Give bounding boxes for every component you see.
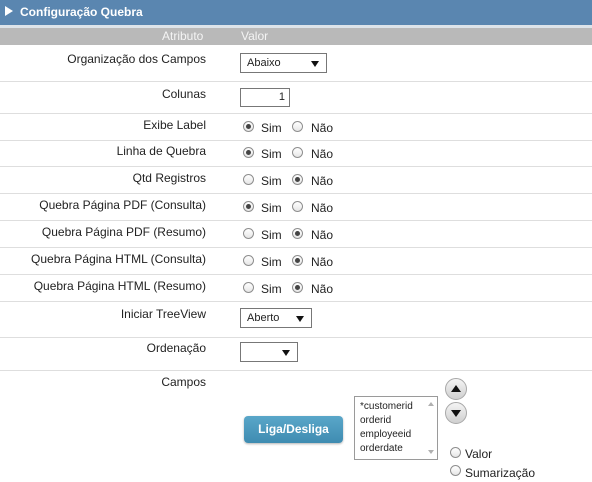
- row-ordenacao: Ordenação: [0, 338, 592, 371]
- radio-sim[interactable]: [243, 121, 254, 132]
- radio-nao[interactable]: [292, 228, 303, 239]
- column-header: Atributo Valor: [0, 28, 592, 45]
- radio-sim[interactable]: [243, 228, 254, 239]
- dropdown-caret-icon: [311, 61, 319, 67]
- list-item[interactable]: employeeid: [360, 429, 411, 440]
- move-down-button[interactable]: [445, 402, 467, 424]
- move-up-button[interactable]: [445, 378, 467, 400]
- radio-row-label: Quebra Página HTML (Resumo): [33, 279, 206, 293]
- radio-sim-label: Sim: [261, 174, 282, 188]
- radio-row-label: Qtd Registros: [132, 171, 206, 185]
- mode-valor-radio[interactable]: [450, 447, 461, 458]
- panel-title-bar[interactable]: Configuração Quebra: [0, 0, 592, 26]
- radio-nao-label: Não: [311, 201, 334, 215]
- colunas-label: Colunas: [161, 87, 206, 101]
- column-header-value: Valor: [241, 29, 269, 43]
- scroll-up-icon[interactable]: [428, 402, 434, 406]
- radio-sim[interactable]: [243, 282, 254, 293]
- campos-label: Campos: [161, 375, 206, 389]
- iniciar-treeview-select[interactable]: Aberto: [240, 308, 312, 328]
- row-organizacao: Organização dos Campos Abaixo: [0, 45, 592, 82]
- radio-sim-label: Sim: [261, 228, 282, 242]
- mode-sumarizacao-radio[interactable]: [450, 465, 461, 476]
- arrow-down-icon: [451, 410, 461, 417]
- column-header-attribute: Atributo: [162, 29, 204, 43]
- radio-nao-label: Não: [311, 228, 334, 242]
- iniciar-treeview-value: Aberto: [247, 312, 280, 324]
- radio-nao-label: Não: [311, 255, 334, 269]
- radio-sim-label: Sim: [261, 201, 282, 215]
- radio-row: Quebra Página PDF (Resumo) Sim Não: [0, 221, 592, 248]
- list-item[interactable]: orderdate: [360, 443, 403, 454]
- radio-nao[interactable]: [292, 174, 303, 185]
- radio-row-label: Quebra Página PDF (Consulta): [39, 198, 206, 212]
- radio-row: Quebra Página HTML (Resumo) Sim Não: [0, 275, 592, 302]
- radio-nao-label: Não: [311, 174, 334, 188]
- mode-sumarizacao-label: Sumarização: [465, 466, 536, 480]
- radio-sim-label: Sim: [261, 147, 282, 161]
- radio-sim-label: Sim: [261, 255, 282, 269]
- radio-row: Qtd Registros Sim Não: [0, 167, 592, 194]
- mode-valor-label: Valor: [465, 447, 493, 461]
- radio-sim[interactable]: [243, 201, 254, 212]
- organizacao-select[interactable]: Abaixo: [240, 53, 327, 73]
- radio-nao[interactable]: [292, 282, 303, 293]
- radio-row: Linha de Quebra Sim Não: [0, 140, 592, 167]
- campos-listbox[interactable]: *customerid orderid employeeid orderdate: [354, 396, 438, 460]
- colunas-input[interactable]: 1: [240, 88, 290, 107]
- radio-nao[interactable]: [292, 255, 303, 266]
- list-item[interactable]: orderid: [360, 415, 391, 426]
- iniciar-treeview-label: Iniciar TreeView: [120, 307, 206, 321]
- radio-nao[interactable]: [292, 201, 303, 212]
- radio-nao-label: Não: [311, 147, 334, 161]
- radio-nao-label: Não: [311, 121, 334, 135]
- radio-sim[interactable]: [243, 255, 254, 266]
- row-colunas: Colunas 1: [0, 82, 592, 114]
- organizacao-label: Organização dos Campos: [67, 52, 206, 66]
- radio-row-label: Exibe Label: [143, 118, 206, 132]
- radio-row: Quebra Página HTML (Consulta) Sim Não: [0, 248, 592, 275]
- radio-nao[interactable]: [292, 121, 303, 132]
- list-item[interactable]: *customerid: [360, 401, 413, 412]
- liga-desliga-button[interactable]: Liga/Desliga: [244, 416, 343, 443]
- organizacao-value: Abaixo: [247, 57, 281, 69]
- ordenacao-select[interactable]: [240, 342, 298, 362]
- radio-row-label: Quebra Página PDF (Resumo): [41, 225, 206, 239]
- radio-row-label: Linha de Quebra: [116, 144, 206, 158]
- dropdown-caret-icon: [296, 316, 304, 322]
- radio-row-label: Quebra Página HTML (Consulta): [31, 252, 206, 266]
- radio-nao[interactable]: [292, 147, 303, 158]
- scroll-down-icon[interactable]: [428, 450, 434, 454]
- expand-triangle-icon[interactable]: [5, 6, 13, 16]
- radio-sim-label: Sim: [261, 121, 282, 135]
- panel-title: Configuração Quebra: [20, 5, 143, 19]
- radio-row: Quebra Página PDF (Consulta) Sim Não: [0, 194, 592, 221]
- radio-sim[interactable]: [243, 174, 254, 185]
- arrow-up-icon: [451, 385, 461, 392]
- row-iniciar-treeview: Iniciar TreeView Aberto: [0, 302, 592, 338]
- radio-sim-label: Sim: [261, 282, 282, 296]
- radio-sim[interactable]: [243, 147, 254, 158]
- radio-nao-label: Não: [311, 282, 334, 296]
- ordenacao-label: Ordenação: [146, 341, 206, 355]
- dropdown-caret-icon: [282, 350, 290, 356]
- radio-row: Exibe Label Sim Não: [0, 114, 592, 141]
